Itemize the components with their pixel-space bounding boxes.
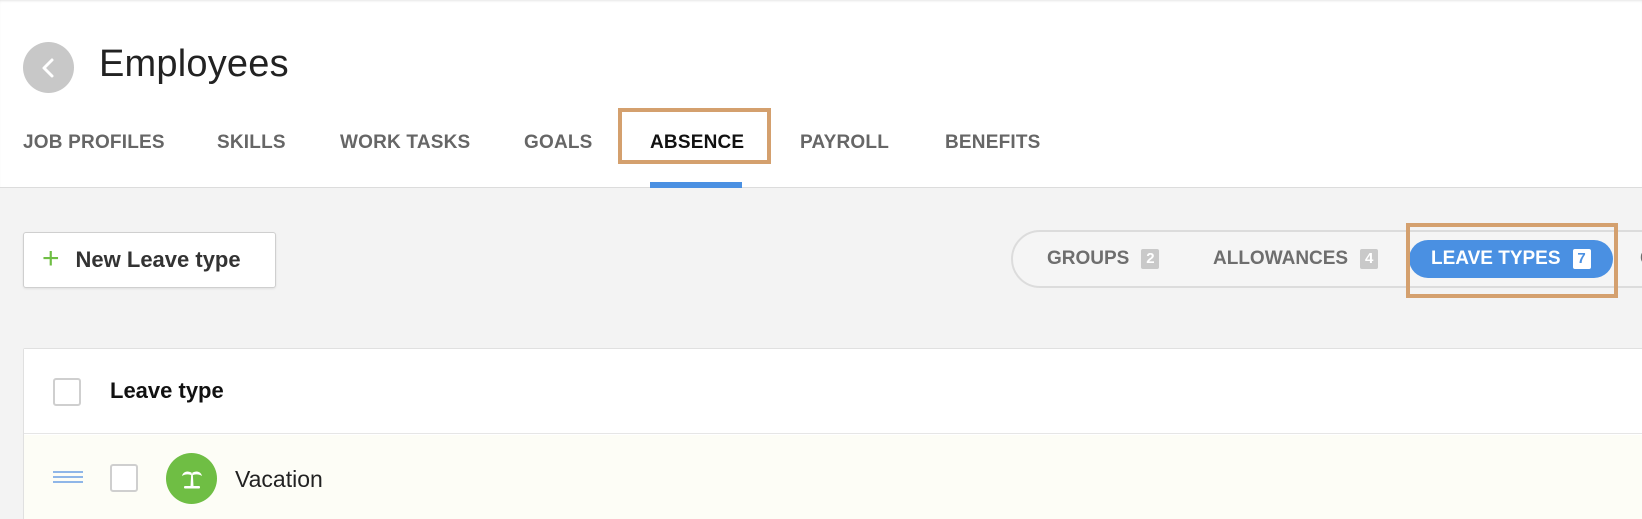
segment-leave-types-label: LEAVE TYPES xyxy=(1431,248,1561,269)
segment-leave-types[interactable]: LEAVE TYPES 7 xyxy=(1409,240,1613,278)
chevron-left-icon xyxy=(42,58,53,77)
select-all-checkbox[interactable] xyxy=(53,378,81,406)
column-header-leave-type: Leave type xyxy=(110,378,224,403)
segment-groups[interactable]: GROUPS 2 xyxy=(1047,232,1160,286)
segment-allowances[interactable]: ALLOWANCES 4 xyxy=(1213,232,1379,286)
table-header: Leave type xyxy=(24,349,1642,434)
table-row[interactable]: Vacation xyxy=(24,435,1642,519)
tab-job-profiles[interactable]: JOB PROFILES xyxy=(23,132,165,154)
segment-allowances-count: 4 xyxy=(1360,249,1379,269)
drag-handle-icon[interactable] xyxy=(53,471,83,485)
absence-segmented-control: GROUPS 2 ALLOWANCES 4 LEAVE TYPES 7 C xyxy=(1011,230,1642,288)
tab-benefits[interactable]: BENEFITS xyxy=(945,132,1041,154)
segment-groups-label: GROUPS xyxy=(1047,248,1130,269)
segment-leave-types-count: 7 xyxy=(1572,249,1591,269)
segment-allowances-label: ALLOWANCES xyxy=(1213,248,1349,269)
page-title: Employees xyxy=(99,43,289,85)
leave-type-name: Vacation xyxy=(235,466,323,492)
tab-payroll[interactable]: PAYROLL xyxy=(800,132,889,154)
palm-tree-icon xyxy=(166,453,217,504)
segment-groups-count: 2 xyxy=(1141,249,1160,269)
plus-icon: + xyxy=(42,241,60,275)
back-button[interactable] xyxy=(23,42,74,93)
tab-skills[interactable]: SKILLS xyxy=(217,132,286,154)
new-leave-type-label: New Leave type xyxy=(75,247,241,272)
tab-absence[interactable]: ABSENCE xyxy=(650,132,744,154)
row-checkbox[interactable] xyxy=(110,464,138,492)
main-content: + New Leave type GROUPS 2 ALLOWANCES 4 L… xyxy=(0,188,1642,519)
tab-work-tasks[interactable]: WORK TASKS xyxy=(340,132,470,154)
tab-goals[interactable]: GOALS xyxy=(524,132,593,154)
new-leave-type-button[interactable]: + New Leave type xyxy=(23,232,276,288)
page: Employees JOB PROFILES SKILLS WORK TASKS… xyxy=(0,0,1642,519)
page-header: Employees JOB PROFILES SKILLS WORK TASKS… xyxy=(0,0,1642,188)
leave-types-table: Leave type Vacation xyxy=(23,348,1642,519)
